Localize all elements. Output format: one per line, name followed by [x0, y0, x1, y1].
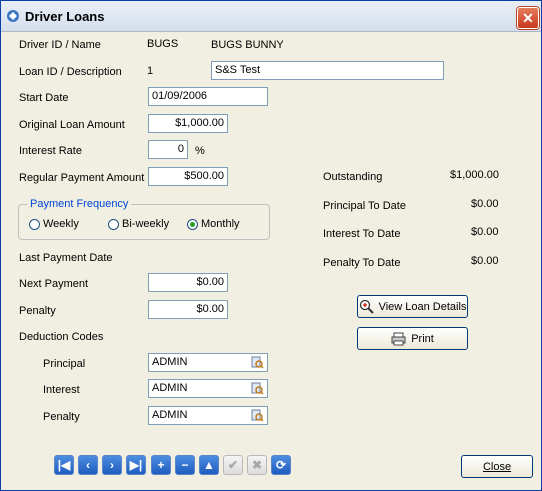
original-loan-amount-label: Original Loan Amount: [19, 119, 125, 131]
close-window-button[interactable]: ✕: [517, 7, 539, 29]
start-date-label: Start Date: [19, 92, 69, 104]
print-button[interactable]: Print: [357, 327, 468, 350]
save-record-button[interactable]: ✔: [223, 455, 243, 475]
lookup-icon[interactable]: [251, 382, 264, 395]
loan-id-value: 1: [147, 65, 154, 77]
penalty-code-label: Penalty: [43, 411, 80, 423]
last-payment-date-label: Last Payment Date: [19, 252, 113, 264]
regular-payment-amount-input[interactable]: $500.00: [148, 167, 228, 186]
principal-code-input[interactable]: ADMIN: [148, 353, 268, 372]
close-button-label: Close: [482, 460, 512, 473]
lookup-icon[interactable]: [251, 356, 264, 369]
biweekly-radio[interactable]: [108, 219, 119, 230]
close-button[interactable]: Close: [461, 455, 533, 478]
outstanding-label: Outstanding: [323, 171, 383, 183]
magnifier-icon: [359, 299, 374, 314]
radio-selected-dot: [190, 222, 195, 227]
first-record-button[interactable]: |◀: [54, 455, 74, 475]
monthly-radio[interactable]: [187, 219, 198, 230]
printer-icon: [391, 332, 406, 345]
penalty-input[interactable]: $0.00: [148, 300, 228, 319]
interest-to-date-value: $0.00: [471, 226, 499, 238]
lookup-icon[interactable]: [251, 409, 264, 422]
add-record-button[interactable]: +: [151, 455, 171, 475]
app-icon: [7, 10, 19, 22]
original-loan-amount-input[interactable]: $1,000.00: [148, 114, 228, 133]
payment-frequency-legend: Payment Frequency: [27, 198, 132, 210]
print-label: Print: [411, 332, 434, 345]
monthly-radio-label[interactable]: Monthly: [201, 218, 240, 230]
interest-to-date-label: Interest To Date: [323, 228, 401, 240]
penalty-code-input[interactable]: ADMIN: [148, 406, 268, 425]
edit-record-button[interactable]: ▲: [199, 455, 219, 475]
biweekly-radio-label[interactable]: Bi-weekly: [122, 218, 169, 230]
driver-loans-window: Driver Loans ✕ Driver ID / Name BUGS BUG…: [0, 0, 542, 491]
interest-code-label: Interest: [43, 384, 80, 396]
principal-code-label: Principal: [43, 358, 86, 370]
view-loan-details-button[interactable]: View Loan Details: [357, 295, 468, 318]
prev-record-button[interactable]: ‹: [78, 455, 98, 475]
penalty-label: Penalty: [19, 305, 56, 317]
principal-to-date-label: Principal To Date: [323, 200, 406, 212]
cancel-record-button[interactable]: ✖: [247, 455, 267, 475]
window-title: Driver Loans: [25, 9, 105, 24]
weekly-radio[interactable]: [29, 219, 40, 230]
weekly-radio-label[interactable]: Weekly: [43, 218, 79, 230]
driver-name-value: BUGS BUNNY: [211, 39, 284, 51]
next-payment-label: Next Payment: [19, 278, 89, 290]
penalty-to-date-label: Penalty To Date: [323, 257, 401, 269]
principal-code-value: ADMIN: [152, 356, 188, 368]
driver-id-name-label: Driver ID / Name: [19, 39, 101, 51]
principal-to-date-value: $0.00: [471, 198, 499, 210]
delete-record-button[interactable]: −: [175, 455, 195, 475]
driver-id-value: BUGS: [147, 38, 179, 50]
loan-id-description-label: Loan ID / Description: [19, 66, 122, 78]
deduction-codes-label: Deduction Codes: [19, 331, 104, 343]
last-record-button[interactable]: ▶|: [126, 455, 146, 475]
penalty-code-value: ADMIN: [152, 409, 188, 421]
title-bar: Driver Loans ✕: [1, 1, 541, 32]
start-date-input[interactable]: 01/09/2006: [148, 87, 268, 106]
interest-rate-input[interactable]: 0: [148, 140, 188, 159]
interest-rate-label: Interest Rate: [19, 145, 82, 157]
penalty-to-date-value: $0.00: [471, 255, 499, 267]
regular-payment-amount-label: Regular Payment Amount: [19, 172, 145, 184]
interest-code-value: ADMIN: [152, 382, 188, 394]
next-payment-input[interactable]: $0.00: [148, 273, 228, 292]
refresh-button[interactable]: ⟳: [271, 455, 291, 475]
loan-description-input[interactable]: S&S Test: [211, 61, 444, 80]
view-loan-details-label: View Loan Details: [378, 300, 467, 313]
outstanding-value: $1,000.00: [450, 169, 499, 181]
percent-sign: %: [195, 145, 205, 157]
interest-code-input[interactable]: ADMIN: [148, 379, 268, 398]
next-record-button[interactable]: ›: [102, 455, 122, 475]
